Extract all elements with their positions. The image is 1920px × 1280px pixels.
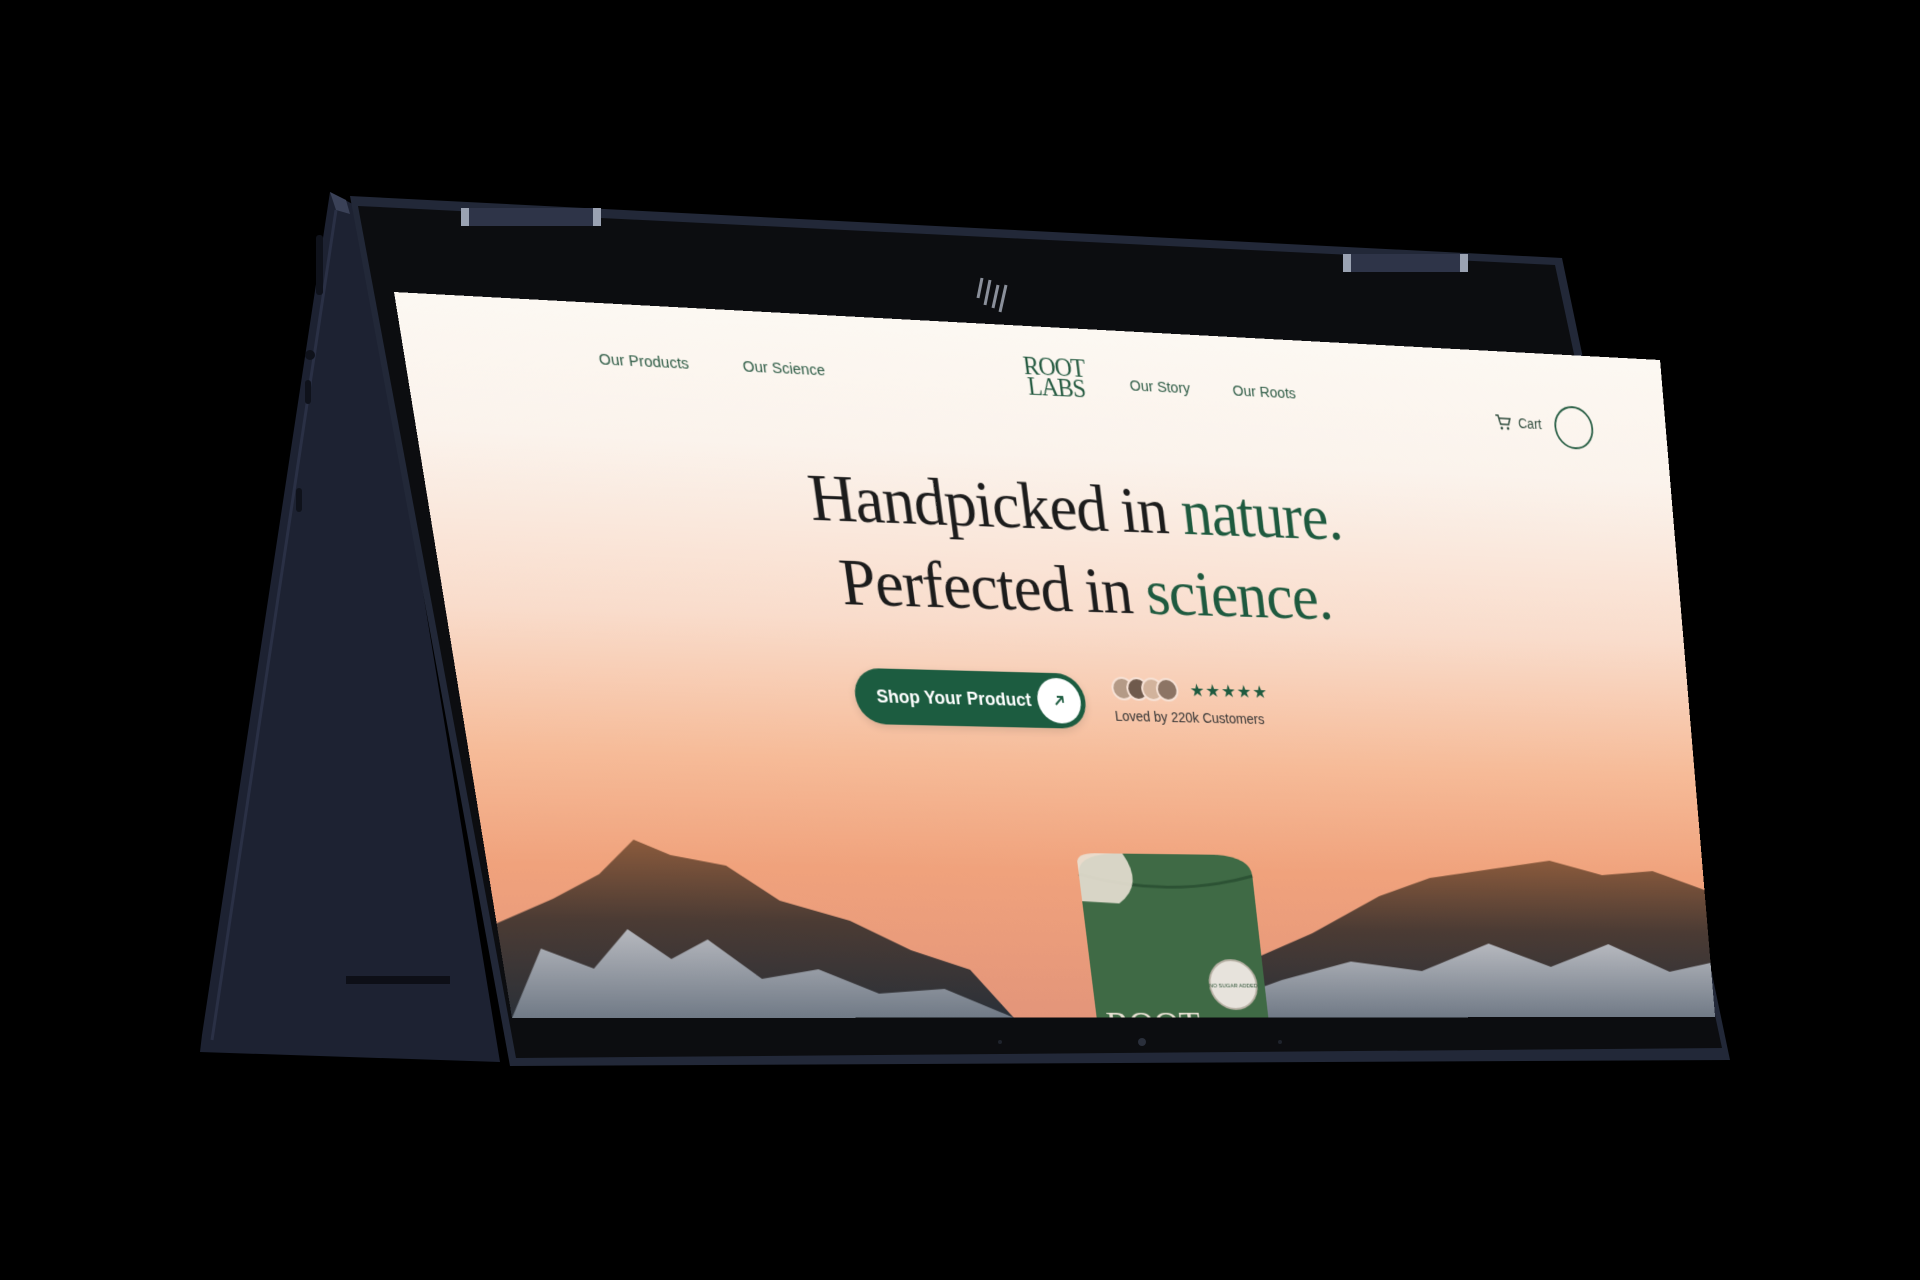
hinge-right <box>1344 254 1468 272</box>
arrow-up-right-icon <box>1052 694 1067 708</box>
bezel-sensor-right <box>1278 1040 1282 1044</box>
jar-badge-text: NO SUGAR ADDED <box>1209 983 1259 989</box>
side-port-3 <box>296 488 302 512</box>
side-port-2 <box>305 380 311 404</box>
hero-line-2-accent: science. <box>1141 556 1336 635</box>
hinge-left-cap2 <box>593 208 601 226</box>
cta-label: Shop Your Product <box>875 685 1033 710</box>
rating-stars: ★★★★★ <box>1188 680 1270 702</box>
side-port-1 <box>316 235 323 295</box>
webcam-icon <box>1138 1038 1146 1046</box>
rear-vent-slot <box>346 976 450 984</box>
cart-label: Cart <box>1517 415 1543 433</box>
hero-line-2-text: Perfected in <box>834 545 1150 629</box>
shop-your-product-button[interactable]: Shop Your Product <box>851 667 1089 729</box>
logo-line-2: LABS <box>1026 373 1087 404</box>
hinge-left <box>462 208 600 226</box>
social-proof-text: Loved by 220k Customers <box>1114 707 1266 728</box>
nav-our-story[interactable]: Our Story <box>1129 377 1191 397</box>
hero-line-1-text: Handpicked in <box>803 460 1186 549</box>
account-button[interactable] <box>1552 405 1595 451</box>
nav-our-products[interactable]: Our Products <box>598 351 691 373</box>
root-labs-logo[interactable]: ROOT LABS <box>1014 352 1095 404</box>
nav-our-roots[interactable]: Our Roots <box>1232 382 1297 402</box>
hinge-right-cap2 <box>1460 254 1468 272</box>
nav-our-science[interactable]: Our Science <box>742 358 827 380</box>
jar-brand-text: ROOT <box>1104 1005 1203 1018</box>
product-jar-image: NO SUGAR ADDED ROOT <box>1057 853 1271 1019</box>
hinge-left-cap <box>461 208 469 226</box>
customer-avatars <box>1110 676 1180 702</box>
website-screen: Our Products Our Science ROOT LABS Our S… <box>394 292 1716 1019</box>
cart-icon <box>1494 414 1511 430</box>
cart-button[interactable]: Cart <box>1494 414 1542 432</box>
hinge-right-cap <box>1343 254 1351 272</box>
bezel-sensor-left <box>998 1040 1002 1044</box>
hero-line-1-accent: nature. <box>1176 475 1345 555</box>
cta-arrow-circle <box>1034 677 1084 724</box>
side-audio-jack <box>305 350 315 360</box>
social-proof: ★★★★★ Loved by 220k Customers <box>1110 676 1272 728</box>
